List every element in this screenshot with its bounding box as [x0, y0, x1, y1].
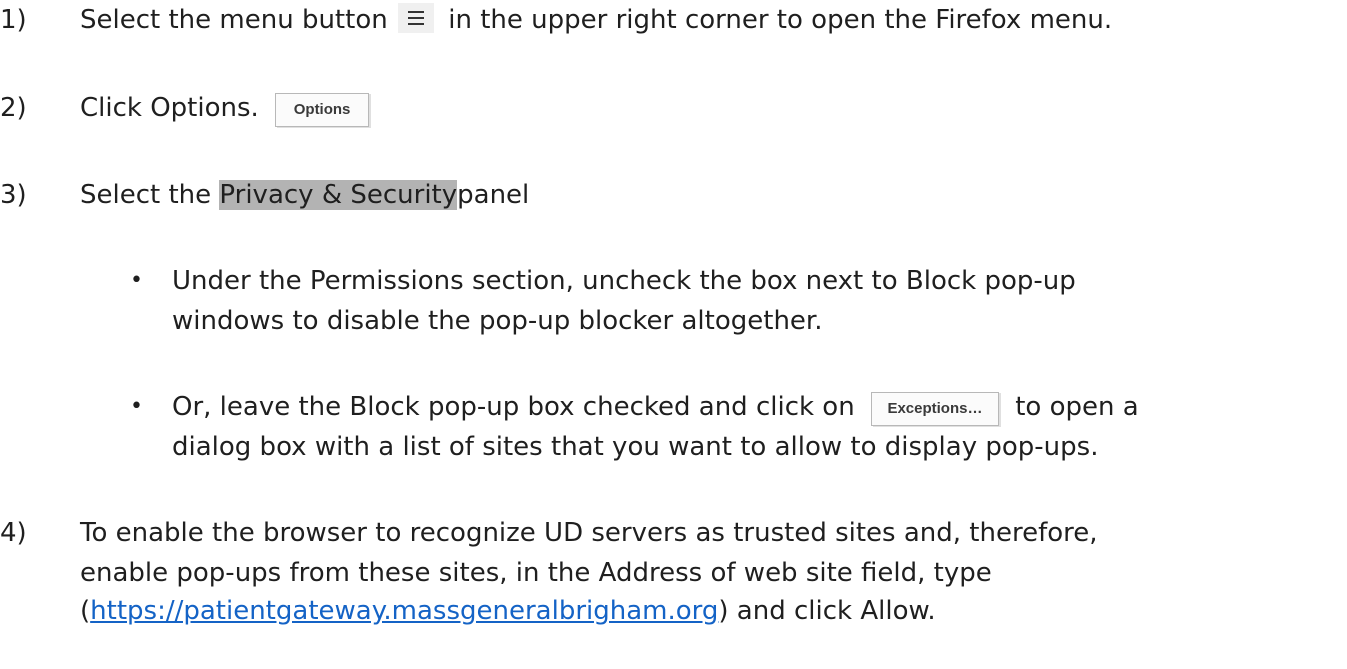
step-text: Select the Privacy & Securitypanel [80, 177, 529, 213]
bullet-text-line1: Or, leave the Block pop-up box checked a… [172, 389, 1139, 426]
paren-open: ( [80, 596, 91, 626]
step-text: Click Options. Options [80, 90, 370, 127]
privacy-security-highlight: Privacy & Security [219, 180, 458, 210]
step-text-after: ) and click Allow. [718, 596, 936, 626]
exceptions-button: Exceptions… [870, 392, 999, 426]
bullet-text-before: Or, leave the Block pop-up box checked a… [172, 392, 855, 422]
hamburger-menu-icon [397, 3, 434, 33]
step-text-line2: enable pop-ups from these sites, in the … [80, 558, 992, 588]
bullet-text-after: to open a [1015, 392, 1139, 422]
step-number: 1) [0, 5, 27, 35]
step-number: 2) [0, 93, 27, 123]
step-text-before: Select the [80, 180, 212, 210]
options-button: Options [275, 93, 370, 127]
step-text-before: Select the menu button [80, 5, 388, 35]
step-text-line3: (https://patientgateway.massgeneralbrigh… [80, 593, 936, 629]
step-number: 3) [0, 180, 27, 210]
bullet-text-line2: windows to disable the pop-up blocker al… [172, 306, 823, 336]
bullet-text-line1: Under the Permissions section, uncheck t… [172, 266, 1076, 296]
step-number: 4) [0, 518, 27, 548]
step-text: Select the menu button in the upper righ… [80, 2, 1112, 38]
bullet-marker: • [130, 394, 143, 419]
patient-gateway-link[interactable]: https://patientgateway.massgeneralbrigha… [90, 596, 718, 626]
step-text-after: in the upper right corner to open the Fi… [448, 5, 1113, 35]
step-text-line1: To enable the browser to recognize UD se… [80, 518, 1098, 548]
step-text-before: Click Options. [80, 93, 259, 123]
bullet-marker: • [130, 268, 143, 293]
bullet-text-line2: dialog box with a list of sites that you… [172, 432, 1099, 462]
step-text-after: panel [457, 180, 530, 210]
